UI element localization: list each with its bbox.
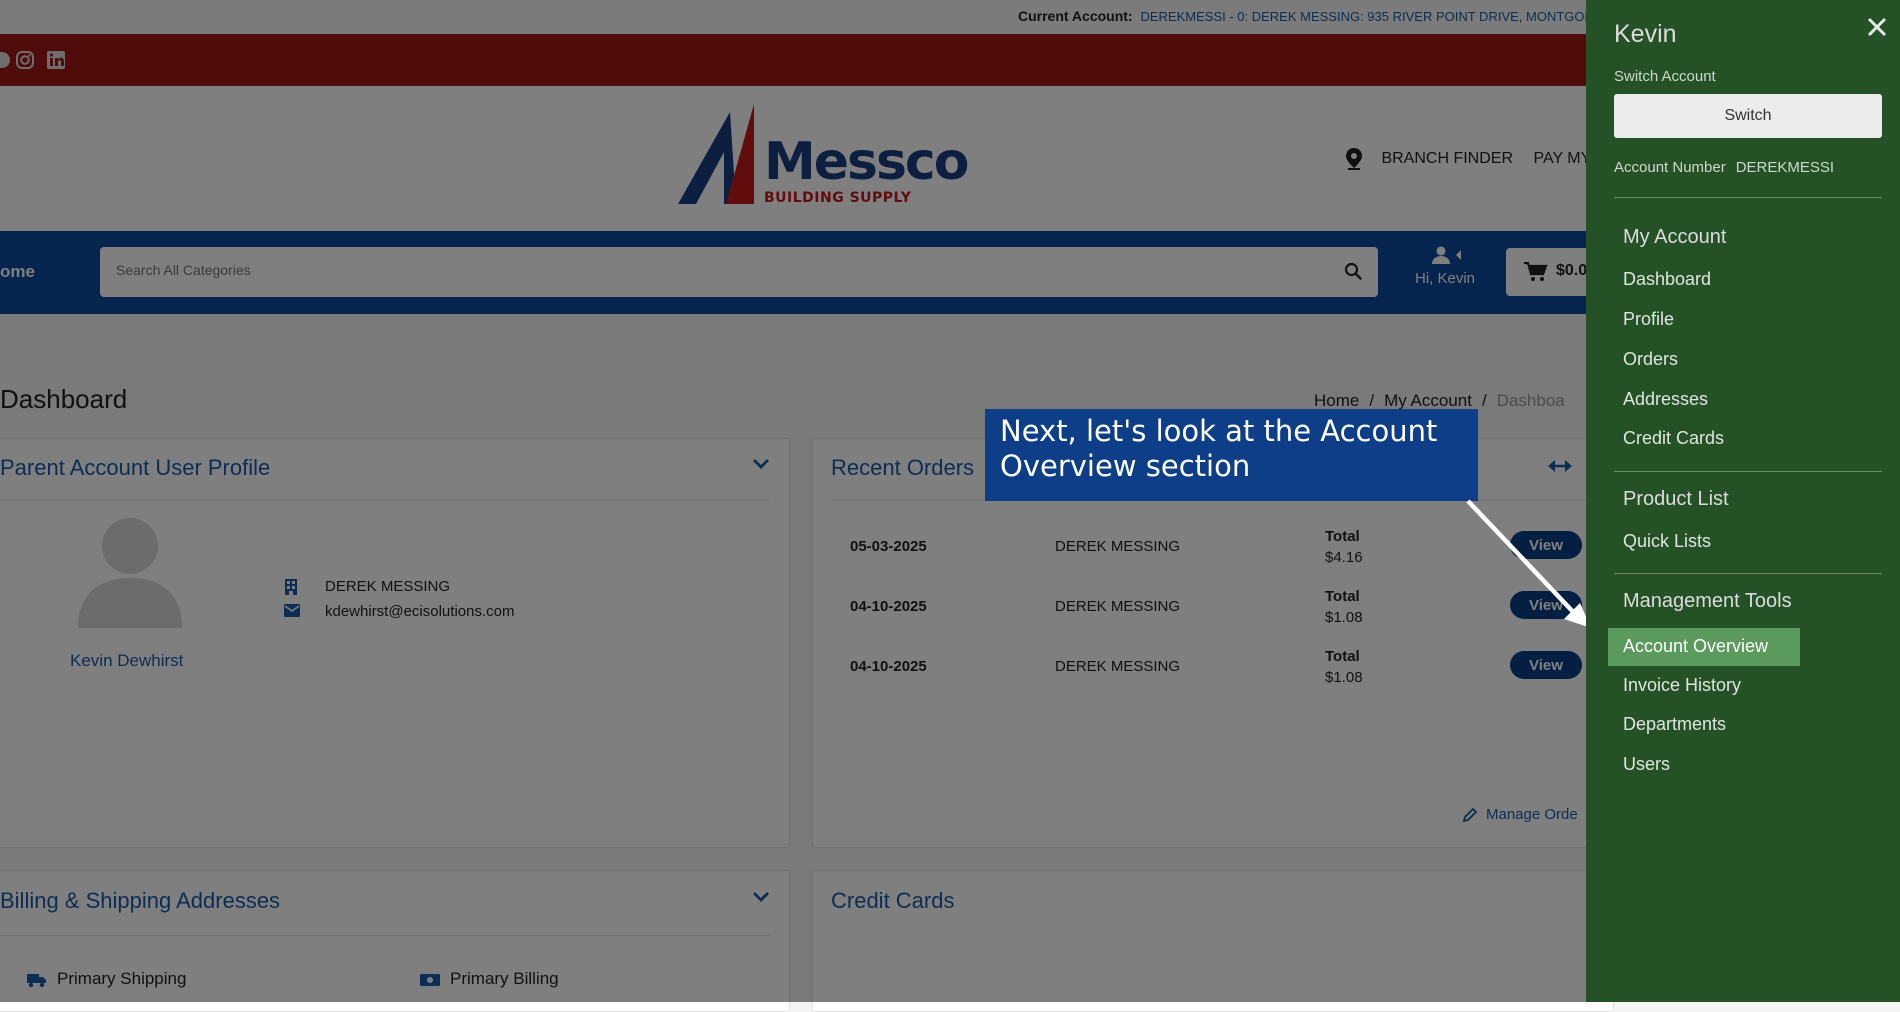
sidebar-item-invoice-history[interactable]: Invoice History <box>1623 675 1741 696</box>
switch-account-button[interactable]: Switch <box>1614 94 1882 138</box>
sidebar-item-quick-lists[interactable]: Quick Lists <box>1623 531 1711 552</box>
sidebar-item-account-overview[interactable]: Account Overview <box>1623 636 1768 657</box>
account-number-value: DEREKMESSI <box>1735 159 1835 176</box>
sidebar-item-dashboard[interactable]: Dashboard <box>1623 269 1711 290</box>
sidebar-item-orders[interactable]: Orders <box>1623 349 1678 370</box>
product-list-heading[interactable]: Product List <box>1623 488 1729 511</box>
page: Current Account: DEREKMESSI - 0: DEREK M… <box>0 0 1900 1012</box>
sidebar-item-users[interactable]: Users <box>1623 754 1670 775</box>
sidebar-item-addresses[interactable]: Addresses <box>1623 389 1708 410</box>
account-number: Account Number DEREKMESSI <box>1614 159 1834 176</box>
walkthrough-tooltip: Next, let's look at the Account Overview… <box>985 409 1478 501</box>
my-account-heading[interactable]: My Account <box>1623 226 1726 249</box>
sidebar-item-profile[interactable]: Profile <box>1623 309 1674 330</box>
close-icon[interactable] <box>1864 14 1890 40</box>
account-side-panel: Kevin Switch Account Switch Account Numb… <box>1586 0 1900 1002</box>
tooltip-arrow-icon <box>1466 499 1591 628</box>
panel-user-name: Kevin <box>1614 20 1677 48</box>
panel-divider <box>1614 471 1882 472</box>
panel-divider <box>1614 197 1882 198</box>
switch-account-label: Switch Account <box>1614 68 1716 85</box>
management-tools-heading: Management Tools <box>1623 590 1792 612</box>
modal-overlay[interactable] <box>0 0 1586 1002</box>
sidebar-item-credit-cards[interactable]: Credit Cards <box>1623 428 1724 449</box>
sidebar-item-departments[interactable]: Departments <box>1623 714 1726 735</box>
account-number-label: Account Number <box>1614 159 1726 176</box>
panel-divider <box>1614 573 1882 574</box>
